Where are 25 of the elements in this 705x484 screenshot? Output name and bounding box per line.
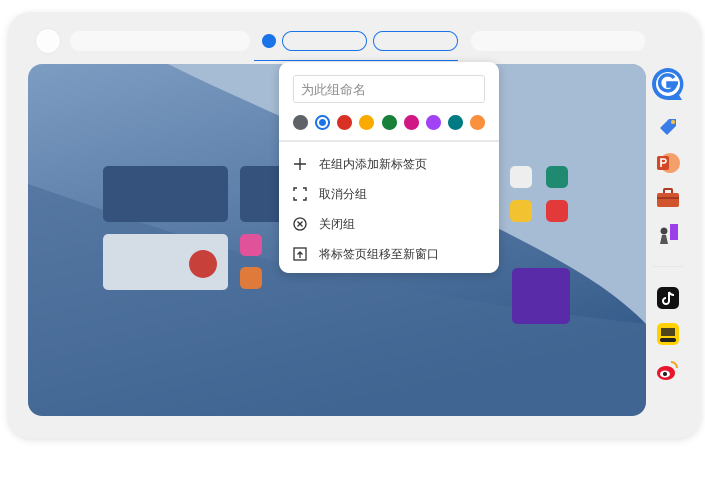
tab[interactable] xyxy=(373,31,458,51)
menu-item[interactable]: 取消分组 xyxy=(279,179,499,209)
app-icon[interactable] xyxy=(657,323,679,345)
presentation-icon[interactable] xyxy=(656,152,680,174)
color-swatch[interactable] xyxy=(337,115,352,130)
color-swatch[interactable] xyxy=(359,115,374,130)
color-swatch[interactable] xyxy=(382,115,396,130)
color-swatch[interactable] xyxy=(315,115,330,130)
group-name-field[interactable]: 为此组命名 xyxy=(293,75,485,103)
eye-logo-icon[interactable] xyxy=(656,359,680,381)
music-note-app-icon[interactable] xyxy=(657,287,679,309)
move-window-icon xyxy=(293,247,307,261)
color-swatch[interactable] xyxy=(470,115,485,130)
color-swatch[interactable] xyxy=(448,115,463,130)
plus-icon xyxy=(293,157,307,171)
color-swatch[interactable] xyxy=(404,115,419,130)
menu-item[interactable]: 在组内添加新标签页 xyxy=(279,149,499,179)
tab[interactable] xyxy=(282,31,367,51)
color-swatch[interactable] xyxy=(293,115,308,130)
toolbox-icon[interactable] xyxy=(656,188,680,208)
color-swatch[interactable] xyxy=(426,115,441,130)
menu-item[interactable]: 将标签页组移至新窗口 xyxy=(279,239,499,269)
close-circle-icon xyxy=(293,217,307,231)
speech-bubble-logo-icon[interactable] xyxy=(650,66,686,102)
menu-item[interactable]: 关闭组 xyxy=(279,209,499,239)
